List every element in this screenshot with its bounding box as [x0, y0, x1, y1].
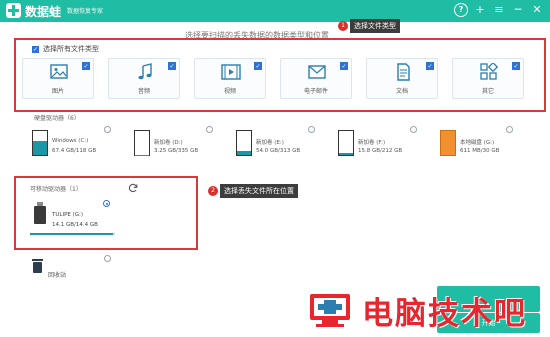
- email-icon: [308, 65, 326, 79]
- drive-size: 14.1 GB/14.4 GB: [52, 222, 98, 228]
- drive-icon: [32, 130, 48, 156]
- callout-2-badge: 2: [208, 186, 218, 196]
- drive-radio[interactable]: [410, 126, 417, 133]
- drive-name: TULIPE (G:): [52, 212, 84, 218]
- menu-icon[interactable]: ≡: [492, 3, 506, 17]
- callout-1-tip: 选择文件类型: [350, 19, 400, 33]
- minimize-icon[interactable]: ─: [511, 3, 525, 17]
- drive-size: 67.4 GB/118 GB: [52, 148, 97, 154]
- app-subtitle: 数据恢复专家: [67, 8, 104, 15]
- type-card-document[interactable]: ✓ 文档: [366, 58, 438, 99]
- add-icon[interactable]: +: [473, 3, 487, 17]
- recycle-radio[interactable]: [104, 255, 111, 262]
- drive-g[interactable]: 本地磁盘 (G:) 611 MB/30 GB: [440, 126, 540, 162]
- callout-2-tip: 选择丢失文件所在位置: [220, 184, 298, 198]
- recycle-label: 回收站: [48, 272, 67, 279]
- help-icon[interactable]: ?: [454, 3, 468, 17]
- type-checkbox[interactable]: ✓: [426, 62, 434, 70]
- drive-d[interactable]: 新加卷 (D:) 3.25 GB/335 GB: [134, 126, 234, 162]
- app-name: 数据蛙: [25, 5, 62, 19]
- drive-radio[interactable]: [308, 126, 315, 133]
- type-card-video[interactable]: ✓ 视频: [194, 58, 266, 99]
- drive-name: 新加卷 (E:): [256, 140, 284, 146]
- drive-radio[interactable]: [103, 200, 110, 207]
- usb-drive-icon: [34, 202, 46, 224]
- type-label: 其它: [481, 88, 494, 95]
- other-icon: [480, 63, 499, 80]
- type-label: 电子邮件: [303, 88, 328, 95]
- drive-size: 3.25 GB/335 GB: [154, 148, 199, 154]
- type-checkbox[interactable]: ✓: [254, 62, 262, 70]
- drive-name: Windows (C:): [52, 138, 89, 144]
- drive-radio[interactable]: [506, 126, 513, 133]
- type-checkbox[interactable]: ✓: [168, 62, 176, 70]
- type-checkbox[interactable]: ✓: [340, 62, 348, 70]
- drive-icon: [338, 130, 354, 156]
- drive-f[interactable]: 新加卷 (F:) 15.8 GB/212 GB: [338, 126, 438, 162]
- title-bar: 数据蛙 数据恢复专家 ? + ≡ ─ ✕: [0, 0, 550, 22]
- refresh-icon[interactable]: [128, 183, 138, 193]
- watermark-text: 电脑技术吧: [362, 296, 527, 332]
- type-card-image[interactable]: ✓ 图片: [22, 58, 94, 99]
- audio-icon: [138, 63, 152, 80]
- close-icon[interactable]: ✕: [530, 3, 544, 17]
- hard-drives-label: 硬盘驱动器（6）: [34, 115, 80, 122]
- watermark-icon: [310, 294, 350, 327]
- watermark: 电脑技术吧: [300, 288, 550, 334]
- type-label: 图片: [51, 88, 64, 95]
- app-logo-icon: [6, 3, 21, 18]
- removable-label: 可移动驱动器（1）: [30, 186, 82, 193]
- select-all-checkbox[interactable]: ✓: [32, 45, 39, 53]
- drive-radio[interactable]: [104, 126, 111, 133]
- select-all-label: 选择所有文件类型: [43, 45, 99, 53]
- type-checkbox[interactable]: ✓: [512, 62, 520, 70]
- drive-c[interactable]: Windows (C:) 67.4 GB/118 GB: [32, 126, 132, 162]
- type-card-email[interactable]: ✓ 电子邮件: [280, 58, 352, 99]
- document-icon: [397, 63, 410, 81]
- type-label: 视频: [223, 88, 236, 95]
- callout-1-badge: 1: [338, 21, 348, 31]
- window-controls: ? + ≡ ─ ✕: [454, 3, 544, 17]
- type-checkbox[interactable]: ✓: [82, 62, 90, 70]
- drive-icon: [236, 130, 252, 156]
- type-label: 文档: [395, 88, 408, 95]
- type-card-other[interactable]: ✓ 其它: [452, 58, 524, 99]
- drive-size: 54.0 GB/313 GB: [256, 148, 301, 154]
- drive-icon: [134, 130, 150, 156]
- usage-bar: [30, 233, 115, 235]
- type-card-audio[interactable]: ✓ 音频: [108, 58, 180, 99]
- drive-size: 15.8 GB/212 GB: [358, 148, 403, 154]
- drive-icon: [440, 130, 456, 156]
- trash-icon: [32, 259, 43, 273]
- type-label: 音频: [137, 88, 150, 95]
- select-all-types[interactable]: ✓ 选择所有文件类型: [32, 44, 99, 54]
- drive-name: 新加卷 (D:): [154, 140, 183, 146]
- drive-name: 本地磁盘 (G:): [460, 140, 495, 146]
- drive-name: 新加卷 (F:): [358, 140, 386, 146]
- video-icon: [221, 64, 241, 80]
- drive-e[interactable]: 新加卷 (E:) 54.0 GB/313 GB: [236, 126, 336, 162]
- drive-radio[interactable]: [206, 126, 213, 133]
- image-icon: [50, 64, 68, 79]
- drive-size: 611 MB/30 GB: [460, 148, 500, 154]
